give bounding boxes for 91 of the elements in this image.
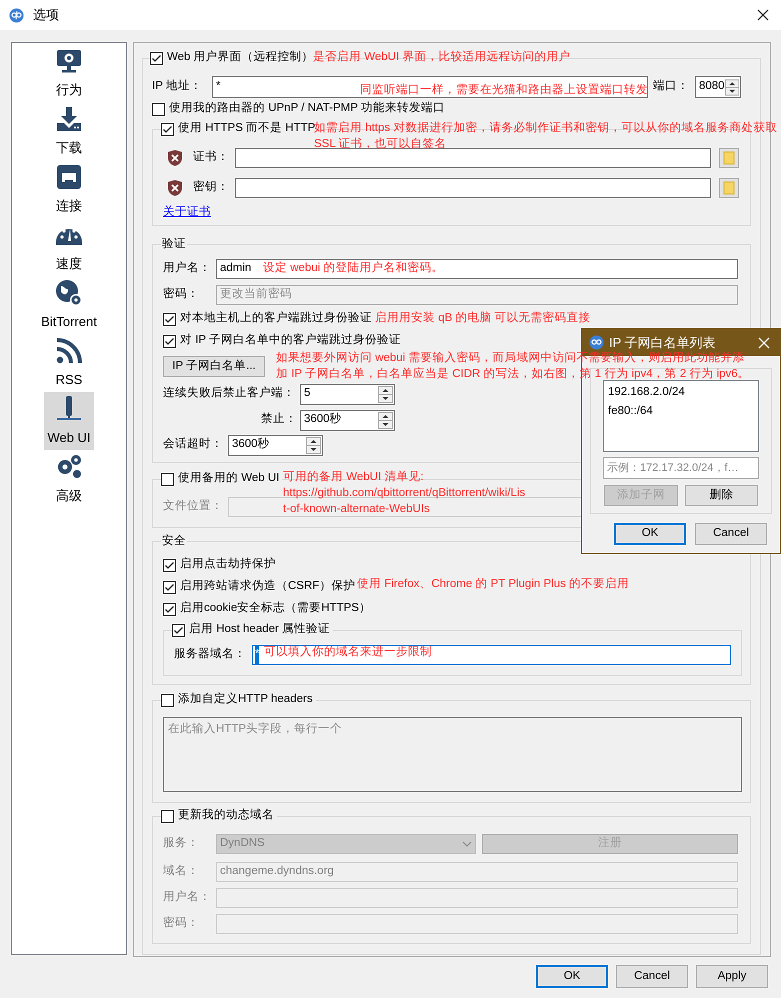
checkbox[interactable] [163, 602, 176, 616]
window-title: 选项 [33, 6, 59, 24]
list-item[interactable]: fe80::/64 [608, 402, 758, 421]
field-label: 密码： [163, 915, 200, 932]
field-label: 文件位置： [163, 498, 224, 514]
sidebar-item[interactable]: 高级 [51, 450, 87, 508]
field-label: 端口： [653, 78, 690, 94]
spin-arrows-icon [724, 78, 739, 96]
checkbox-label: 添加自定义HTTP headers [178, 691, 313, 708]
app-logo-icon [9, 8, 24, 22]
field-label: 服务： [163, 836, 200, 852]
sidebar-item[interactable]: RSS [51, 334, 87, 392]
sidebar-item[interactable]: Web UI [44, 392, 94, 450]
dialog-button[interactable]: Apply [696, 965, 768, 988]
checkbox[interactable] [163, 312, 176, 326]
field-label: IP 地址： [152, 78, 203, 94]
checkbox-label: 启用点击劫持保护 [180, 556, 276, 572]
rss-icon [54, 336, 84, 366]
chevron-down-icon [462, 841, 472, 847]
sidebar-item[interactable]: 速度 [51, 218, 87, 276]
checkbox[interactable] [172, 624, 185, 636]
field-label: 服务器域名： [174, 646, 247, 662]
dialog-button[interactable]: Cancel [695, 523, 767, 545]
field-label: 证书： [193, 150, 230, 166]
download-icon [54, 104, 84, 134]
field-label: 密钥： [193, 179, 230, 196]
annotation-note: 使用 Firefox、Chrome 的 PT Plugin Plus 的不要启用 [357, 576, 630, 592]
checkbox[interactable] [152, 102, 165, 116]
checkbox[interactable] [161, 694, 174, 706]
about-certificates-link[interactable]: 关于证书 [163, 204, 211, 220]
checkbox-label: 启用跨站请求伪造（CSRF）保护 [180, 578, 356, 594]
dialog-button[interactable]: OK [536, 965, 608, 988]
close-icon [757, 9, 769, 21]
file-path-field[interactable] [235, 178, 711, 198]
annotation-note: 可用的备用 WebUI 清单见: https://github.com/qbittorrent/qBittorrent/wiki/Lis t-of-known-alternate-WebUIs [283, 470, 526, 517]
ban-duration-spinbox[interactable]: 3600秒 [300, 410, 395, 430]
annotation-note: 设定 webui 的登陆用户名和密码。 [263, 260, 444, 276]
dialog-button[interactable]: OK [614, 523, 686, 545]
sidebar-item[interactable]: 下载 [51, 102, 87, 160]
sidebar-item[interactable]: 连接 [51, 160, 87, 218]
annotation-note: 启用用安装 qB 的电脑 可以无需密码直接 [375, 310, 591, 326]
field-label: 域名： [163, 864, 200, 880]
delete-button[interactable]: 删除 [685, 485, 758, 506]
password-field[interactable] [216, 914, 738, 934]
annotation-note: 同监听端口一样，需要在光猫和路由器上设置端口转发 [360, 82, 648, 98]
checkbox[interactable] [163, 558, 176, 572]
sidebar-item[interactable]: 行为 [51, 44, 87, 102]
port-spinbox[interactable]: 8080 [695, 76, 741, 98]
checkbox-label: 使用备用的 Web UI [178, 470, 280, 486]
field-label: 连续失败后禁止客户端： [163, 385, 296, 402]
annotation-note: 如需启用 https 对数据进行加密，请务必制作证书和密钥，可以从你的域名服务商处获取 SSL 证书，也可以自签名 [314, 120, 778, 152]
annotation-note: 可以填入你的域名来进一步限制 [264, 644, 432, 660]
spin-arrows-icon [306, 436, 321, 454]
ban-count-spinbox[interactable]: 5 [300, 384, 395, 404]
annotation-note: 是否启用 WebUI 界面，比较适用远程访问的用户 [313, 49, 570, 65]
field-label: 会话超时： [163, 436, 224, 452]
field-label: 用户名： [163, 260, 212, 276]
checkbox-label: 使用 HTTPS 而不是 HTTP [178, 120, 316, 136]
close-icon [758, 336, 770, 348]
checkbox-label: 启用cookie安全标志（需要HTTPS） [180, 600, 371, 616]
spin-arrows-icon [378, 386, 393, 402]
field-label: 用户名： [163, 889, 212, 906]
app-logo-icon [589, 335, 604, 350]
ip-whitelist-button[interactable]: IP 子网白名单... [163, 356, 265, 377]
checkbox[interactable] [163, 580, 176, 594]
shield-cross-icon [167, 149, 183, 167]
shield-cross-icon [167, 179, 183, 197]
dialog-button[interactable]: Cancel [616, 965, 688, 988]
checkbox[interactable] [150, 52, 163, 64]
field-label: 密码： [163, 286, 200, 302]
checkbox[interactable] [161, 472, 174, 486]
username-field[interactable] [216, 888, 738, 908]
checkbox-label: 对 IP 子网白名单中的客户端跳过身份验证 [180, 332, 402, 348]
checkbox-label: 对本地主机上的客户端跳过身份验证 [180, 310, 372, 326]
spin-arrows-icon [378, 412, 393, 428]
field-label: 禁止： [260, 412, 298, 428]
checkbox[interactable] [161, 810, 174, 822]
folder-icon [723, 151, 735, 165]
checkbox-label: 使用我的路由器的 UPnP / NAT-PMP 功能来转发端口 [169, 100, 445, 116]
checkbox[interactable] [163, 334, 176, 348]
checkbox-label: Web 用户界面（远程控制） [167, 49, 314, 66]
folder-icon [723, 181, 735, 195]
list-item[interactable]: 192.168.2.0/24 [608, 383, 758, 402]
checkbox[interactable] [161, 122, 174, 136]
checkbox-label: 更新我的动态域名 [178, 807, 274, 824]
session-timeout-spinbox[interactable]: 3600秒 [228, 434, 323, 456]
file-path-field[interactable] [235, 148, 711, 168]
group-title: 安全 [161, 533, 187, 549]
network-port-icon [54, 162, 84, 192]
sidebar-item[interactable]: BitTorrent [38, 276, 100, 334]
checkbox-label: 启用 Host header 属性验证 [189, 622, 330, 638]
